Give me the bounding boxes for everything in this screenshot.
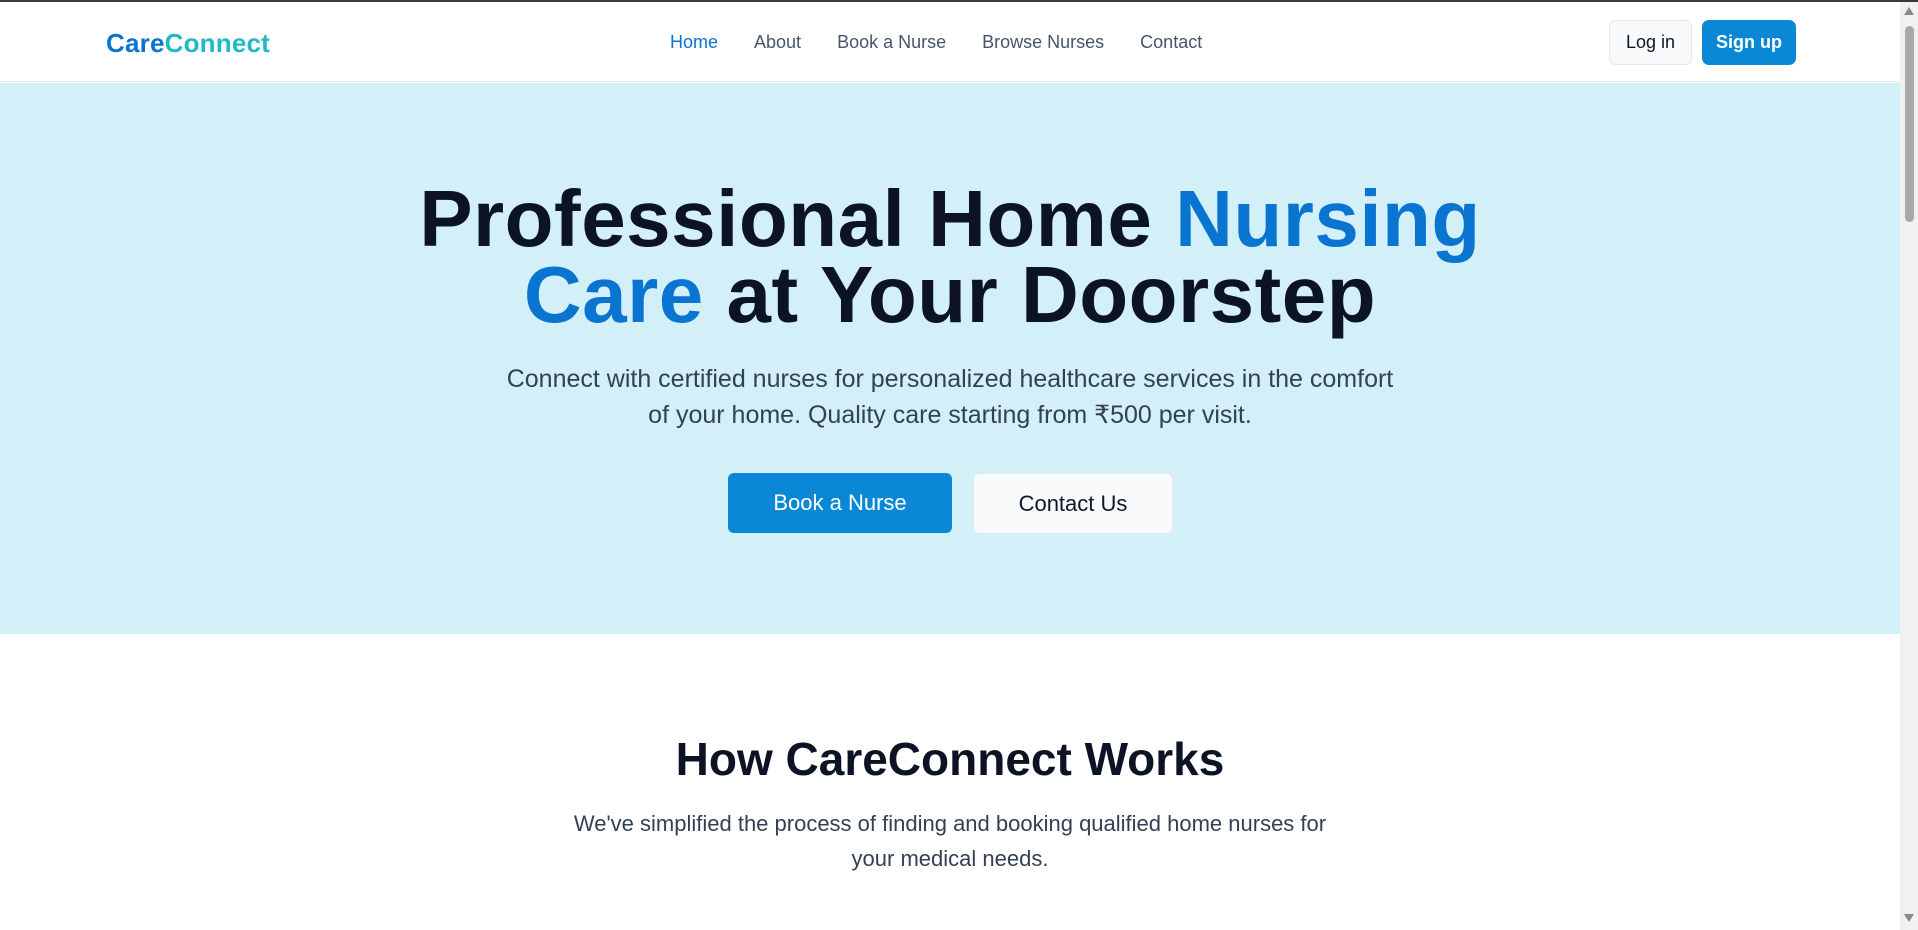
hero-title-highlight-care: Care	[523, 250, 704, 339]
nav-link-browse-nurses[interactable]: Browse Nurses	[982, 32, 1104, 53]
brand-logo-connect: Connect	[164, 28, 271, 58]
signup-button[interactable]: Sign up	[1702, 20, 1796, 65]
how-it-works-subtitle-line2: your medical needs.	[851, 846, 1049, 871]
contact-us-button[interactable]: Contact Us	[973, 473, 1173, 534]
scroll-down-arrow-icon[interactable]	[1904, 914, 1914, 922]
scroll-up-arrow-icon[interactable]	[1904, 7, 1914, 15]
hero-subtitle: Connect with certified nurses for person…	[450, 361, 1450, 433]
main-nav: Home About Book a Nurse Browse Nurses Co…	[670, 32, 1202, 53]
how-it-works-subtitle: We've simplified the process of finding …	[520, 806, 1380, 876]
login-button[interactable]: Log in	[1609, 20, 1692, 65]
brand-logo-care: Care	[106, 28, 165, 58]
navbar: CareConnect Home About Book a Nurse Brow…	[0, 2, 1900, 82]
scrollbar-thumb[interactable]	[1905, 26, 1914, 222]
nav-link-home[interactable]: Home	[670, 32, 718, 53]
how-it-works-subtitle-line1: We've simplified the process of finding …	[573, 811, 1327, 836]
nav-link-contact[interactable]: Contact	[1140, 32, 1202, 53]
nav-link-about[interactable]: About	[754, 32, 801, 53]
brand-logo[interactable]: CareConnect	[106, 28, 270, 59]
nav-link-book-a-nurse[interactable]: Book a Nurse	[837, 32, 946, 53]
hero-subtitle-line2: of your home. Quality care starting from…	[648, 401, 1252, 429]
hero-title-part2: at Your Doorstep	[703, 250, 1377, 339]
hero-title: Professional Home Nursing Care at Your D…	[0, 179, 1900, 335]
book-a-nurse-button[interactable]: Book a Nurse	[728, 473, 952, 533]
how-it-works-title: How CareConnect Works	[675, 733, 1225, 785]
page: CareConnect Home About Book a Nurse Brow…	[0, 2, 1900, 930]
hero-section: Professional Home Nursing Care at Your D…	[0, 83, 1900, 634]
vertical-scrollbar[interactable]	[1900, 2, 1918, 930]
hero-subtitle-line1: Connect with certified nurses for person…	[506, 365, 1394, 393]
